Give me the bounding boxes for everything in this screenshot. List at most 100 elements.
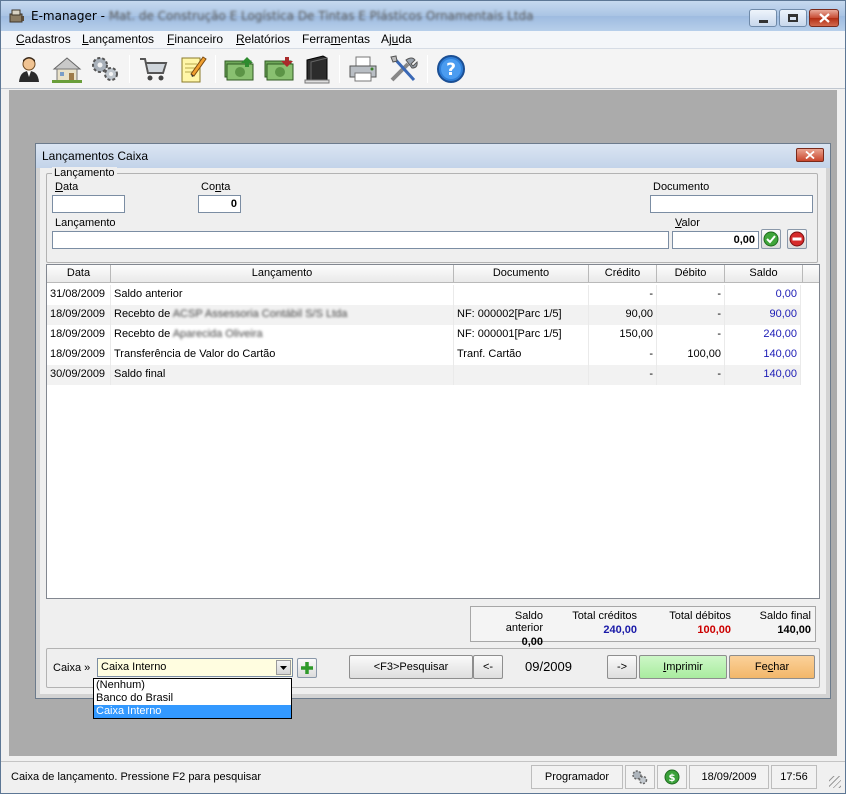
check-icon (763, 231, 779, 247)
column-header-saldo[interactable]: Saldo (725, 265, 803, 283)
lancamentos-caixa-window: Lançamentos Caixa Lançamento Data Conta … (35, 143, 831, 699)
menu-relatorios[interactable]: Relatórios (236, 32, 290, 46)
cell-debito: - (657, 365, 725, 385)
saldo-anterior-value: 0,00 (521, 636, 543, 648)
column-header-documento[interactable]: Documento (454, 265, 589, 283)
cell-credito: 90,00 (589, 305, 657, 325)
lancamentos-table[interactable]: Data Lançamento Documento Crédito Débito… (46, 264, 820, 599)
cell-documento (454, 365, 589, 385)
table-row[interactable]: 18/09/2009 Recebto de Aparecida Oliveira… (47, 325, 801, 345)
cell-credito: - (589, 345, 657, 365)
status-message: Caixa de lançamento. Pressione F2 para p… (11, 771, 262, 783)
minimize-button[interactable] (749, 9, 777, 27)
cart-icon (140, 58, 168, 81)
cell-documento: NF: 000001[Parc 1/5] (454, 325, 589, 345)
cell-lancamento-obscured: Aparecida Oliveira (172, 328, 263, 340)
dropdown-option[interactable]: (Nenhum) (94, 679, 291, 692)
data-input[interactable] (52, 195, 125, 213)
column-header-credito[interactable]: Crédito (589, 265, 657, 283)
status-time: 17:56 (771, 765, 817, 789)
toolbar-money-out-button[interactable] (263, 53, 295, 85)
add-caixa-button[interactable] (297, 658, 317, 678)
saldo-final-value: 140,00 (777, 624, 811, 636)
total-creditos-label: Total créditos (572, 610, 637, 622)
status-settings[interactable] (625, 765, 655, 789)
data-label: Data (55, 181, 79, 193)
fechar-button[interactable]: Fechar (729, 655, 815, 679)
next-period-button[interactable]: -> (607, 655, 637, 679)
chevron-down-icon[interactable] (276, 660, 291, 675)
toolbar-book-button[interactable] (301, 53, 333, 85)
close-icon (805, 151, 815, 159)
plus-icon (301, 662, 313, 674)
toolbar-cart-button[interactable] (137, 53, 169, 85)
toolbar-separator (215, 55, 216, 83)
gears-icon (92, 57, 118, 81)
menu-ajuda[interactable]: Ajuda (381, 32, 412, 46)
table-row[interactable]: 18/09/2009 Transferência de Valor do Car… (47, 345, 801, 365)
cell-lancamento: Transferência de Valor do Cartão (111, 345, 454, 365)
cell-lancamento: Recebto de ACSP Assessoria Contábil S/S … (111, 305, 454, 325)
table-row[interactable]: 30/09/2009 Saldo final - - 140,00 (47, 365, 801, 385)
imprimir-button[interactable]: Imprimir (639, 655, 727, 679)
caixa-select[interactable]: Caixa Interno (97, 658, 293, 677)
table-row[interactable]: 18/09/2009 Recebto de ACSP Assessoria Co… (47, 305, 801, 325)
documento-input[interactable] (650, 195, 813, 213)
total-creditos-value: 240,00 (603, 624, 637, 636)
pesquisar-button[interactable]: <F3>Pesquisar (349, 655, 473, 679)
toolbar-house-button[interactable] (51, 53, 83, 85)
caixa-dropdown-list[interactable]: (Nenhum) Banco do Brasil Caixa Interno (93, 678, 292, 719)
toolbar-user-button[interactable] (13, 53, 45, 85)
confirm-button[interactable] (761, 229, 781, 249)
status-money[interactable]: $ (657, 765, 687, 789)
cancel-button[interactable] (787, 229, 807, 249)
cell-credito: - (589, 365, 657, 385)
column-header-lancamento[interactable]: Lançamento (111, 265, 454, 283)
valor-input[interactable] (672, 231, 759, 249)
resize-grip-icon[interactable] (829, 776, 841, 788)
svg-text:$: $ (669, 773, 676, 784)
saldo-final-label: Saldo final (759, 610, 811, 622)
cell-data: 18/09/2009 (47, 345, 111, 365)
cell-saldo: 140,00 (725, 345, 801, 365)
conta-label: Conta (201, 181, 231, 193)
gears-icon (632, 770, 648, 785)
period-display: 09/2009 (525, 659, 572, 674)
child-close-button[interactable] (796, 148, 824, 162)
dropdown-option-selected[interactable]: Caixa Interno (94, 705, 291, 718)
cell-lancamento-text: Recebto de (114, 328, 173, 340)
menu-cadastros[interactable]: Cadastros (16, 32, 71, 46)
toolbar-notepad-button[interactable] (177, 53, 209, 85)
previous-period-button[interactable]: <- (473, 655, 503, 679)
toolbar-tools-button[interactable] (387, 53, 419, 85)
toolbar-money-in-button[interactable] (223, 53, 255, 85)
dropdown-option[interactable]: Banco do Brasil (94, 692, 291, 705)
cell-debito: - (657, 325, 725, 345)
cell-saldo: 90,00 (725, 305, 801, 325)
menu-lancamentos[interactable]: Lançamentos (82, 32, 154, 46)
child-title-bar[interactable]: Lançamentos Caixa (36, 144, 830, 168)
child-title: Lançamentos Caixa (42, 149, 149, 163)
toolbar-separator (129, 55, 130, 83)
maximize-button[interactable] (779, 9, 807, 27)
menu-bar: Cadastros Lançamentos Financeiro Relatór… (1, 31, 845, 49)
cell-saldo: 240,00 (725, 325, 801, 345)
svg-text:?: ? (446, 60, 456, 80)
menu-financeiro[interactable]: Financeiro (167, 32, 223, 46)
toolbar-settings-button[interactable] (89, 53, 121, 85)
status-user: Programador (531, 765, 623, 789)
table-row[interactable]: 31/08/2009 Saldo anterior - - 0,00 (47, 285, 801, 305)
title-bar[interactable]: E-manager - Mat. de Construção E Logísti… (1, 1, 845, 31)
column-header-data[interactable]: Data (47, 265, 111, 283)
cell-lancamento: Saldo final (111, 365, 454, 385)
lancamento-input[interactable] (52, 231, 669, 249)
close-button[interactable] (809, 9, 839, 27)
money-out-icon (264, 57, 294, 81)
column-header-debito[interactable]: Débito (657, 265, 725, 283)
toolbar-help-button[interactable]: ? (435, 53, 467, 85)
imprimir-label: Imprimir (663, 661, 703, 673)
toolbar-print-button[interactable] (347, 53, 379, 85)
conta-input[interactable] (198, 195, 241, 213)
menu-ferramentas[interactable]: Ferramentas (302, 32, 370, 46)
total-saldo-final: Saldo final 140,00 (743, 610, 811, 636)
